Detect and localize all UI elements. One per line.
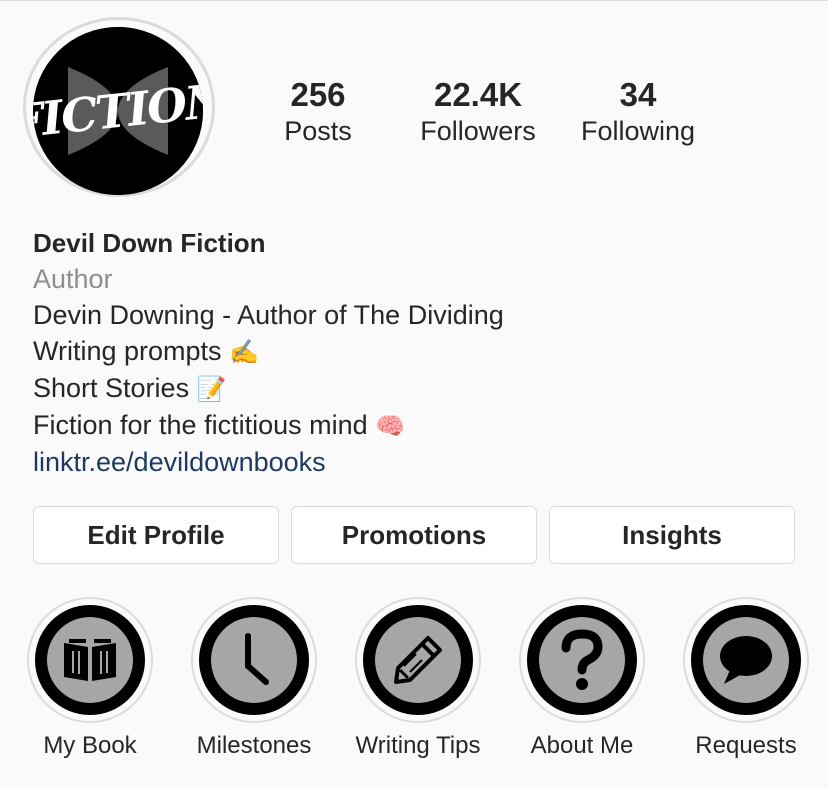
memo-emoji: 📝	[196, 375, 227, 403]
highlight-ring	[519, 597, 645, 723]
following-count: 34	[619, 76, 657, 113]
avatar[interactable]: FICTION	[33, 27, 203, 195]
followers-stat[interactable]: 22.4K Followers	[408, 76, 548, 148]
posts-stat[interactable]: 256 Posts	[268, 76, 368, 148]
highlight-ring	[683, 597, 809, 723]
profile-name: Devil Down Fiction	[33, 228, 266, 258]
promotions-button[interactable]: Promotions	[291, 506, 537, 564]
highlight-about-me[interactable]: About Me	[507, 597, 657, 761]
following-stat[interactable]: 34 Following	[568, 76, 708, 148]
highlight-label: Requests	[695, 732, 797, 759]
bio-line-text: Fiction for the fictitious mind	[33, 410, 368, 440]
followers-label: Followers	[420, 116, 536, 146]
highlight-cover	[363, 605, 473, 715]
bio-line-text: Short Stories	[33, 373, 190, 403]
highlight-milestones[interactable]: Milestones	[179, 597, 329, 761]
bio-line: Short Stories 📝	[33, 370, 813, 407]
bio-line: Devin Downing - Author of The Dividing	[33, 297, 813, 333]
highlight-requests[interactable]: Requests	[671, 597, 821, 761]
question-icon	[561, 629, 603, 690]
highlight-cover-inner	[211, 617, 297, 703]
edit-profile-button[interactable]: Edit Profile	[33, 506, 279, 564]
highlight-cover	[691, 605, 801, 715]
highlight-label: Milestones	[196, 732, 312, 759]
book-icon	[64, 639, 116, 681]
posts-count: 256	[290, 76, 346, 113]
followers-count: 22.4K	[433, 76, 523, 113]
highlight-label: Writing Tips	[355, 732, 481, 759]
bio: Devil Down Fiction Author Devin Downing …	[33, 225, 813, 480]
clock-icon	[245, 633, 269, 685]
highlight-cover-inner	[47, 617, 133, 703]
top-divider	[0, 0, 828, 1]
highlight-ring	[355, 597, 481, 723]
insights-button[interactable]: Insights	[549, 506, 795, 564]
following-label: Following	[580, 116, 696, 146]
writing-hand-emoji: ✍️	[229, 338, 259, 366]
highlight-cover	[199, 605, 309, 715]
highlight-ring	[191, 597, 317, 723]
posts-label: Posts	[284, 116, 352, 146]
highlight-cover	[527, 605, 637, 715]
profile-category: Author	[33, 264, 113, 294]
bio-line: Writing prompts ✍️	[33, 333, 813, 370]
highlight-cover	[35, 605, 145, 715]
speech-bubble-icon	[720, 636, 772, 684]
profile-link[interactable]: linktr.ee/devildownbooks	[33, 444, 813, 480]
highlight-label: My Book	[43, 732, 137, 759]
highlight-cover-inner	[539, 617, 625, 703]
highlight-cover-inner	[375, 617, 461, 703]
pencil-icon	[394, 636, 442, 684]
highlight-cover-inner	[703, 617, 789, 703]
highlight-writing-tips[interactable]: Writing Tips	[343, 597, 493, 761]
brain-emoji: 🧠	[375, 412, 406, 440]
highlight-label: About Me	[530, 732, 634, 759]
avatar-logo-text: FICTION	[33, 72, 203, 150]
bio-line-text: Writing prompts	[33, 336, 222, 366]
bio-line: Fiction for the fictitious mind 🧠	[33, 407, 813, 444]
highlight-my-book[interactable]: My Book	[15, 597, 165, 761]
bio-line-text: Devin Downing - Author of The Dividing	[33, 300, 504, 330]
highlight-ring	[27, 597, 153, 723]
